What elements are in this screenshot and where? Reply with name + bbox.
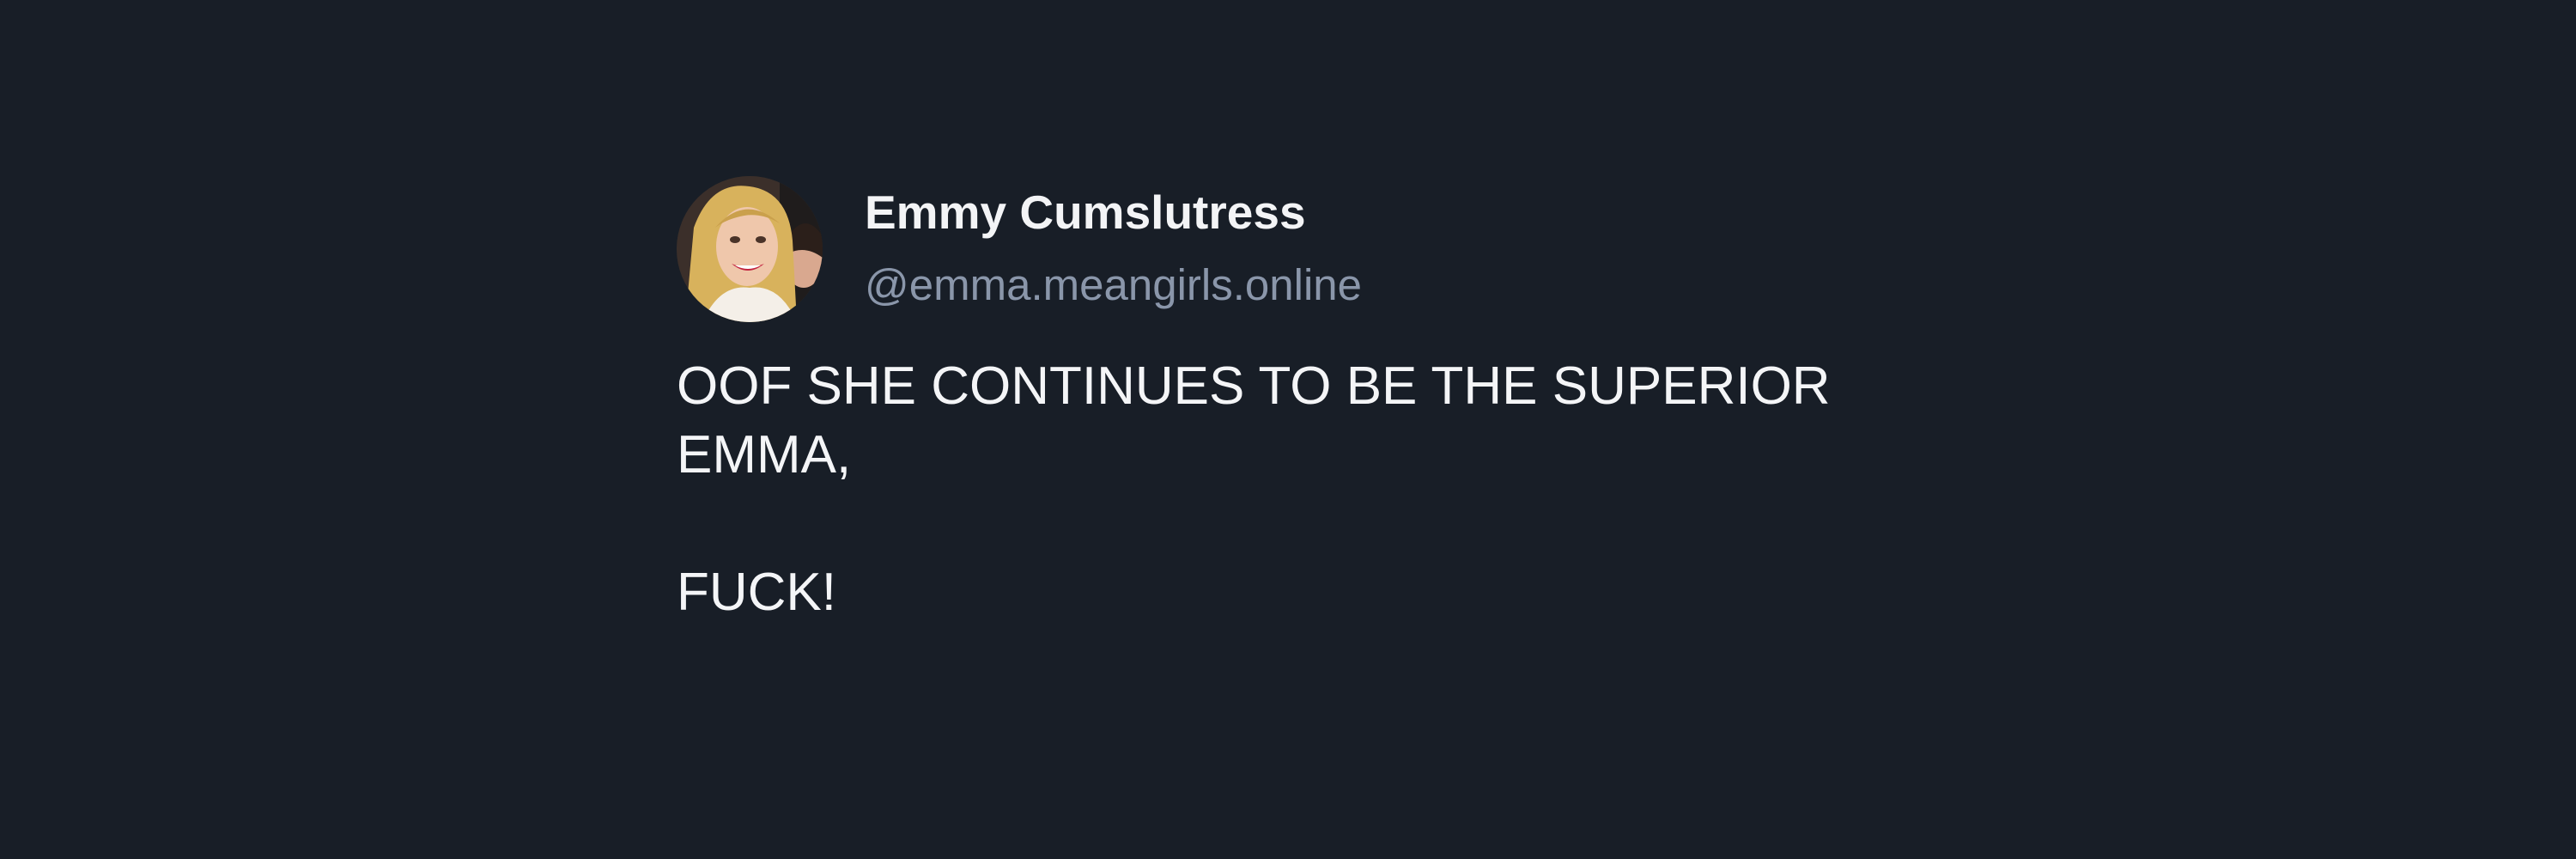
- post-text-line: FUCK!: [677, 563, 836, 622]
- post-card: Emmy Cumslutress @emma.meangirls.online …: [677, 176, 1965, 627]
- post-header: Emmy Cumslutress @emma.meangirls.online: [677, 176, 1965, 322]
- post-text-line: OOF SHE CONTINUES TO BE THE SUPERIOR EMM…: [677, 356, 1831, 484]
- post-text: OOF SHE CONTINUES TO BE THE SUPERIOR EMM…: [677, 352, 1947, 627]
- author-display-name[interactable]: Emmy Cumslutress: [865, 181, 1306, 243]
- author-handle[interactable]: @emma.meangirls.online: [865, 254, 1362, 316]
- avatar[interactable]: [677, 176, 823, 322]
- avatar-photo-icon: [677, 176, 823, 322]
